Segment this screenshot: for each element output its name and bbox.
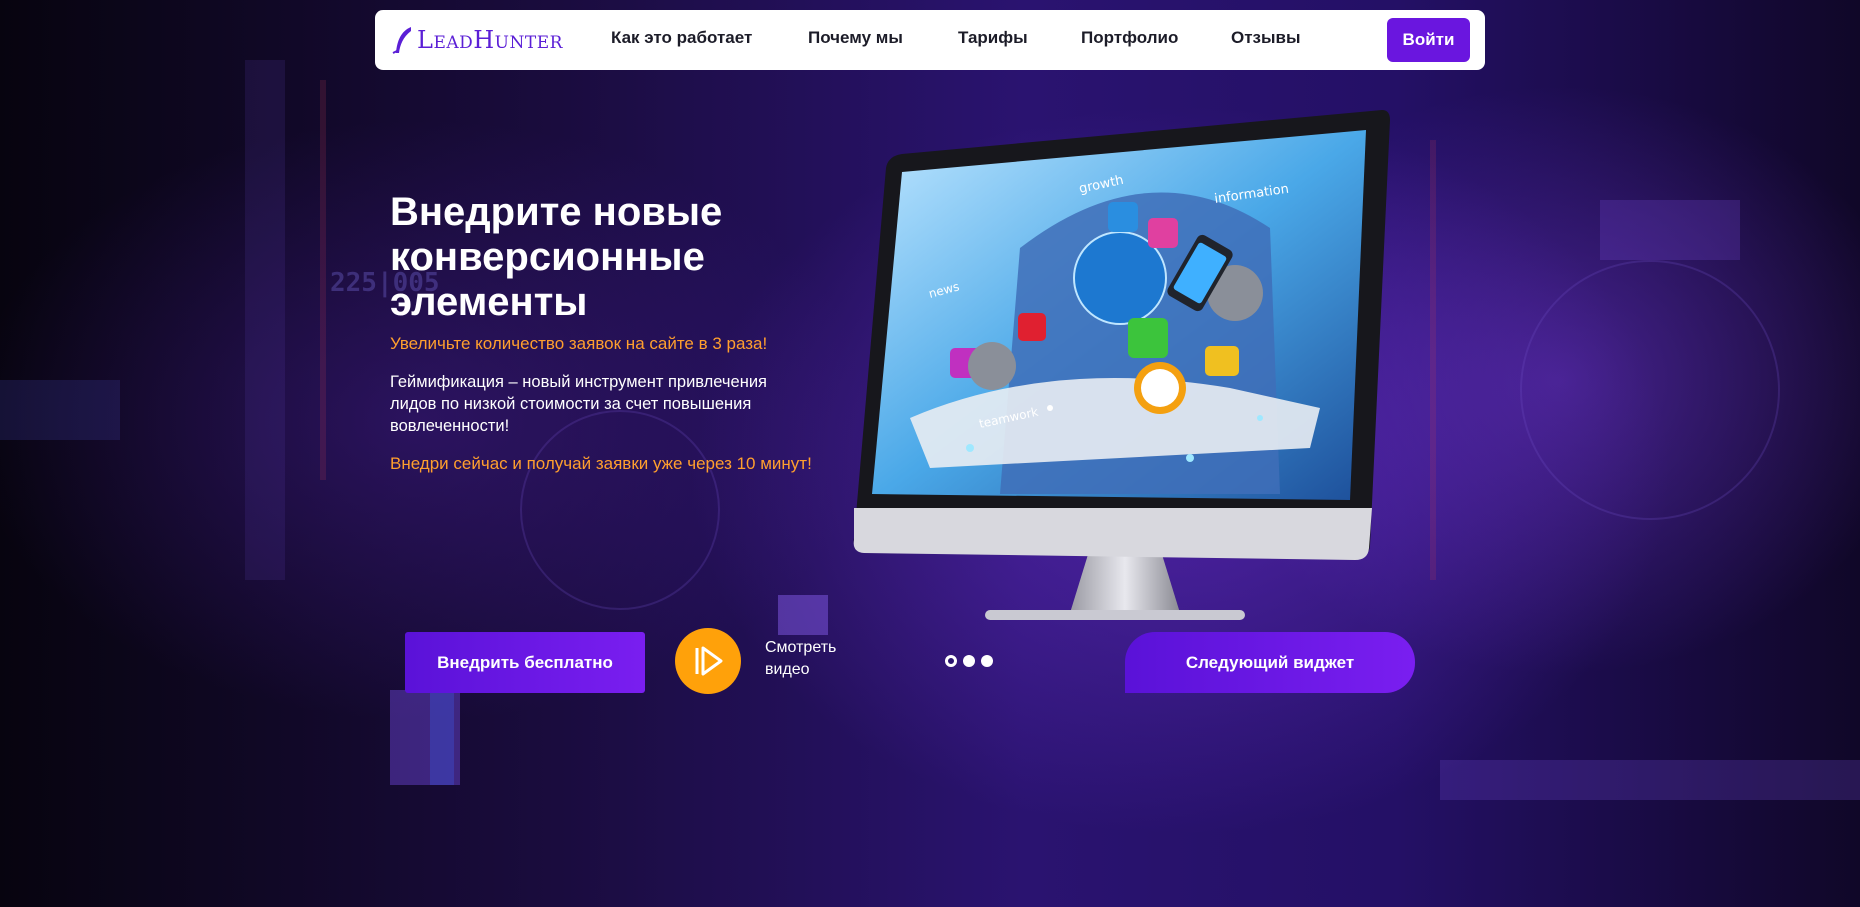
hero-title: Внедрите новые конверсионные элементы	[390, 190, 723, 324]
decorative-ring	[1520, 260, 1780, 520]
glitch-block	[0, 380, 120, 440]
hero-cta-text: Внедри сейчас и получай заявки уже через…	[390, 454, 812, 473]
glitch-block	[430, 690, 454, 785]
glitch-block	[1600, 200, 1740, 260]
nav-portfolio[interactable]: Портфолио	[1081, 28, 1178, 48]
nav-why-us[interactable]: Почему мы	[808, 28, 903, 48]
next-widget-button[interactable]: Следующий виджет	[1125, 632, 1415, 693]
hero-description: Геймификация – новый инструмент привлече…	[390, 373, 767, 435]
slider-dots	[945, 655, 993, 667]
monitor-illustration: growth information news teamwork	[853, 110, 1390, 620]
glitch-block	[245, 60, 285, 580]
glitch-block	[1440, 760, 1860, 800]
nav-pricing[interactable]: Тарифы	[958, 28, 1028, 48]
slider-dot-1[interactable]	[945, 655, 957, 667]
glitch-block	[1430, 140, 1436, 580]
feather-icon	[392, 27, 411, 54]
glitch-block	[320, 80, 326, 480]
implement-free-button[interactable]: Внедрить бесплатно	[405, 632, 645, 693]
watch-video-link[interactable]: Смотреть видео	[765, 637, 875, 681]
login-button[interactable]: Войти	[1387, 18, 1470, 62]
play-video-button[interactable]	[675, 628, 741, 694]
decorative-ring	[520, 410, 720, 610]
play-icon	[695, 646, 723, 676]
nav-how-it-works[interactable]: Как это работает	[611, 28, 752, 48]
glitch-block	[778, 595, 828, 635]
logo[interactable]: LeadHunter	[391, 24, 563, 56]
slider-dot-2[interactable]	[963, 655, 975, 667]
hero-subtitle: Увеличьте количество заявок на сайте в 3…	[390, 334, 768, 353]
site-header: LeadHunter Как это работает Почему мы Та…	[375, 10, 1485, 70]
logo-text: LeadHunter	[417, 26, 563, 54]
slider-dot-3[interactable]	[981, 655, 993, 667]
nav-reviews[interactable]: Отзывы	[1231, 28, 1301, 48]
